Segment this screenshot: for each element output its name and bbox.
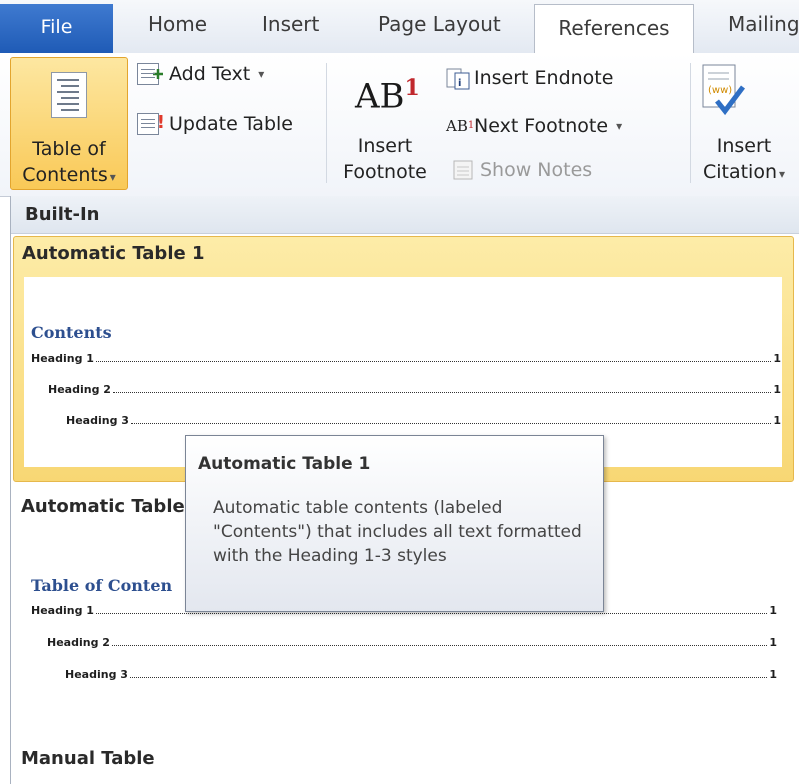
ribbon-group-separator [326, 63, 327, 183]
add-text-button[interactable]: Add Text ▾ [137, 63, 264, 85]
show-notes-button[interactable]: Show Notes [452, 159, 592, 181]
insert-endnote-label: Insert Endnote [474, 67, 614, 89]
next-footnote-label: Next Footnote [474, 115, 609, 137]
insert-endnote-button[interactable]: i Insert Endnote [446, 67, 614, 90]
toc-preview-line: Heading 31 [65, 668, 777, 681]
ribbon-references: Table of Contents ▾ Add Text ▾ ! Update T… [0, 53, 799, 197]
footnote-ab-icon: AB1 [355, 75, 420, 117]
add-text-label: Add Text [169, 63, 251, 85]
update-table-icon: ! [137, 112, 165, 135]
tooltip-title: Automatic Table 1 [198, 454, 371, 474]
toc-preview-line: Heading 21 [47, 636, 777, 649]
toc-preview-line: Heading 11 [31, 352, 781, 365]
show-notes-label: Show Notes [480, 159, 593, 181]
next-footnote-icon: AB1 [446, 117, 475, 135]
toc-label-line1: Table of [32, 138, 106, 160]
tab-mailings[interactable]: Mailing [728, 12, 799, 36]
tab-references[interactable]: References [534, 4, 694, 54]
toc-label-line2: Contents [22, 164, 108, 186]
ribbon-group-separator [690, 63, 691, 183]
tooltip: Automatic Table 1 Automatic table conten… [185, 435, 604, 612]
insert-citation-icon: (ww) [702, 64, 745, 116]
tab-file[interactable]: File [0, 4, 113, 53]
chevron-down-icon: ▾ [779, 167, 786, 181]
gallery-item-manual-table[interactable]: Manual Table [21, 748, 155, 769]
svg-text:i: i [458, 78, 461, 89]
insert-citation-line1: Insert [716, 135, 772, 157]
automatic-table-1-title: Automatic Table 1 [22, 243, 205, 264]
insert-footnote-line1: Insert [357, 135, 413, 157]
chevron-down-icon: ▾ [109, 170, 116, 184]
tab-home[interactable]: Home [148, 12, 207, 36]
insert-citation-line2: Citation [702, 161, 777, 183]
add-text-icon [137, 63, 163, 85]
automatic-table-2-title: Automatic Table [21, 496, 185, 517]
toc-preview-heading: Table of Conten [31, 576, 173, 595]
insert-footnote-line2: Footnote [343, 161, 427, 183]
toc-preview-heading: Contents [31, 323, 112, 342]
update-table-button[interactable]: ! Update Table [137, 112, 293, 135]
tab-insert[interactable]: Insert [262, 12, 319, 36]
next-footnote-button[interactable]: AB1 Next Footnote ▾ [446, 115, 622, 137]
tab-page-layout[interactable]: Page Layout [378, 12, 501, 36]
gallery-section-builtin: Built-In [11, 196, 799, 234]
ribbon-tab-bar: File Home Insert Page Layout References … [0, 0, 799, 54]
table-of-contents-icon [51, 72, 87, 118]
toc-preview-line: Heading 31 [66, 414, 781, 427]
show-notes-icon [452, 159, 474, 181]
tooltip-body: Automatic table contents (labeled "Conte… [213, 498, 582, 566]
update-table-label: Update Table [169, 113, 293, 135]
chevron-down-icon: ▾ [616, 119, 623, 133]
insert-endnote-icon: i [446, 67, 470, 90]
chevron-down-icon: ▾ [258, 67, 265, 81]
table-of-contents-button[interactable]: Table of Contents ▾ [10, 57, 128, 190]
svg-text:(ww): (ww) [708, 85, 732, 96]
toc-preview-line: Heading 21 [48, 383, 781, 396]
